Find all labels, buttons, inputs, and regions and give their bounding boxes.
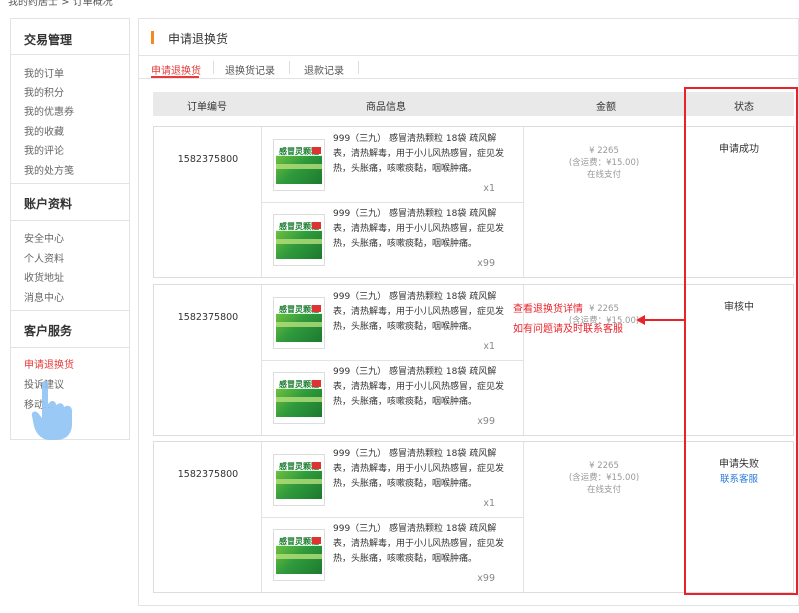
- order-id: 1582375800: [177, 312, 239, 323]
- sidebar-item-messages[interactable]: 消息中心: [24, 289, 64, 304]
- status-highlight-box: [684, 87, 798, 595]
- product-quantity: x99: [477, 258, 495, 269]
- order-freight: (含运费：¥15.00): [568, 473, 640, 483]
- product-description[interactable]: 999（三九） 感冒清热颗粒 18袋 疏风解表，清热解毒，用于小儿风热感冒，症见…: [333, 290, 509, 335]
- tab-separator: [289, 61, 290, 74]
- amount-cell: ¥ 2265 (含运费：¥15.00) 在线支付: [524, 145, 684, 181]
- product-description[interactable]: 999（三九） 感冒清热颗粒 18袋 疏风解表，清热解毒，用于小儿风热感冒，症见…: [333, 365, 509, 410]
- product-description[interactable]: 999（三九） 感冒清热颗粒 18袋 疏风解表，清热解毒，用于小儿风热感冒，症见…: [333, 132, 509, 177]
- sidebar-section-title-service: 客户服务: [24, 324, 73, 338]
- title-accent-bar: [151, 31, 154, 44]
- column-header-amount: 金额: [596, 102, 616, 113]
- column-header-product: 商品信息: [366, 102, 406, 113]
- sidebar-item-my-prescriptions[interactable]: 我的处方笺: [24, 162, 74, 177]
- order-price: ¥ 2265: [589, 461, 619, 471]
- sidebar-divider: [11, 310, 129, 311]
- product-item[interactable]: 感冒灵颗粒 999（三九） 感冒清热颗粒 18袋 疏风解表，清热解毒，用于小儿风…: [262, 202, 523, 277]
- product-quantity: x1: [483, 341, 495, 352]
- product-quantity: x1: [483, 498, 495, 509]
- sidebar-item-address[interactable]: 收货地址: [24, 269, 64, 284]
- sidebar-item-my-orders[interactable]: 我的订单: [24, 65, 64, 80]
- product-image[interactable]: 感冒灵颗粒: [273, 297, 325, 349]
- sidebar-item-my-points[interactable]: 我的积分: [24, 84, 64, 99]
- order-id: 1582375800: [177, 154, 239, 165]
- payment-method: 在线支付: [586, 485, 621, 495]
- sidebar-item-my-favorites[interactable]: 我的收藏: [24, 123, 64, 138]
- sidebar-divider: [11, 183, 129, 184]
- tab-refund-records[interactable]: 退款记录: [304, 62, 344, 77]
- sidebar-item-my-reviews[interactable]: 我的评论: [24, 142, 64, 157]
- page-title: 申请退换货: [168, 32, 229, 46]
- product-image[interactable]: 感冒灵颗粒: [273, 139, 325, 191]
- product-image[interactable]: 感冒灵颗粒: [273, 529, 325, 581]
- sidebar: 交易管理 我的订单 我的积分 我的优惠券 我的收藏 我的评论 我的处方笺 账户资…: [10, 18, 130, 440]
- annotation-arrow-line: [644, 319, 684, 321]
- sidebar-item-my-coupons[interactable]: 我的优惠券: [24, 103, 74, 118]
- product-item[interactable]: 感冒灵颗粒 999（三九） 感冒清热颗粒 18袋 疏风解表，清热解毒，用于小儿风…: [262, 127, 523, 202]
- hand-pointer-icon: [31, 381, 72, 440]
- tab-return-request[interactable]: 申请退换货: [151, 62, 201, 77]
- product-quantity: x99: [477, 573, 495, 584]
- annotation-line-2: 如有问题请及时联系客服: [513, 324, 623, 335]
- sidebar-section-title-trade: 交易管理: [24, 33, 73, 47]
- product-divider: [262, 360, 523, 361]
- tab-bar: 申请退换货 退换货记录 退款记录: [139, 57, 798, 79]
- column-header-order-id: 订单编号: [187, 102, 227, 113]
- arrow-left-icon: [636, 315, 645, 325]
- order-price: ¥ 2265: [589, 146, 619, 156]
- sidebar-item-return-request[interactable]: 申请退换货: [24, 356, 74, 371]
- product-description[interactable]: 999（三九） 感冒清热颗粒 18袋 疏风解表，清热解毒，用于小儿风热感冒，症见…: [333, 522, 509, 567]
- product-item[interactable]: 感冒灵颗粒 999（三九） 感冒清热颗粒 18袋 疏风解表，清热解毒，用于小儿风…: [262, 360, 523, 435]
- main-header: 申请退换货: [139, 19, 798, 56]
- payment-method: 在线支付: [586, 170, 621, 180]
- product-divider: [262, 517, 523, 518]
- sidebar-item-profile[interactable]: 个人资料: [24, 250, 64, 265]
- annotation-line-1: 查看退换货详情: [513, 304, 583, 315]
- annotation-callout: 查看退换货详情 如有问题请及时联系客服: [513, 300, 623, 340]
- tab-return-records[interactable]: 退换货记录: [225, 62, 275, 77]
- active-tab-indicator: [151, 76, 199, 78]
- tab-separator: [358, 61, 359, 74]
- product-item[interactable]: 感冒灵颗粒 999（三九） 感冒清热颗粒 18袋 疏风解表，清热解毒，用于小儿风…: [262, 442, 523, 517]
- product-divider: [262, 202, 523, 203]
- product-item[interactable]: 感冒灵颗粒 999（三九） 感冒清热颗粒 18袋 疏风解表，清热解毒，用于小儿风…: [262, 517, 523, 592]
- product-item[interactable]: 感冒灵颗粒 999（三九） 感冒清热颗粒 18袋 疏风解表，清热解毒，用于小儿风…: [262, 285, 523, 360]
- product-image[interactable]: 感冒灵颗粒: [273, 372, 325, 424]
- sidebar-divider: [11, 54, 129, 55]
- tab-separator: [213, 61, 214, 74]
- sidebar-divider: [11, 347, 129, 348]
- breadcrumb: 我的药居士 > 订单概况: [8, 0, 113, 8]
- order-id: 1582375800: [177, 469, 239, 480]
- product-description[interactable]: 999（三九） 感冒清热颗粒 18袋 疏风解表，清热解毒，用于小儿风热感冒，症见…: [333, 447, 509, 492]
- product-image[interactable]: 感冒灵颗粒: [273, 214, 325, 266]
- sidebar-divider: [11, 220, 129, 221]
- product-quantity: x99: [477, 416, 495, 427]
- sidebar-item-security[interactable]: 安全中心: [24, 230, 64, 245]
- product-image[interactable]: 感冒灵颗粒: [273, 454, 325, 506]
- product-quantity: x1: [483, 183, 495, 194]
- amount-cell: ¥ 2265 (含运费：¥15.00) 在线支付: [524, 460, 684, 496]
- order-freight: (含运费：¥15.00): [568, 158, 640, 168]
- product-description[interactable]: 999（三九） 感冒清热颗粒 18袋 疏风解表，清热解毒，用于小儿风热感冒，症见…: [333, 207, 509, 252]
- sidebar-section-title-account: 账户资料: [24, 197, 73, 211]
